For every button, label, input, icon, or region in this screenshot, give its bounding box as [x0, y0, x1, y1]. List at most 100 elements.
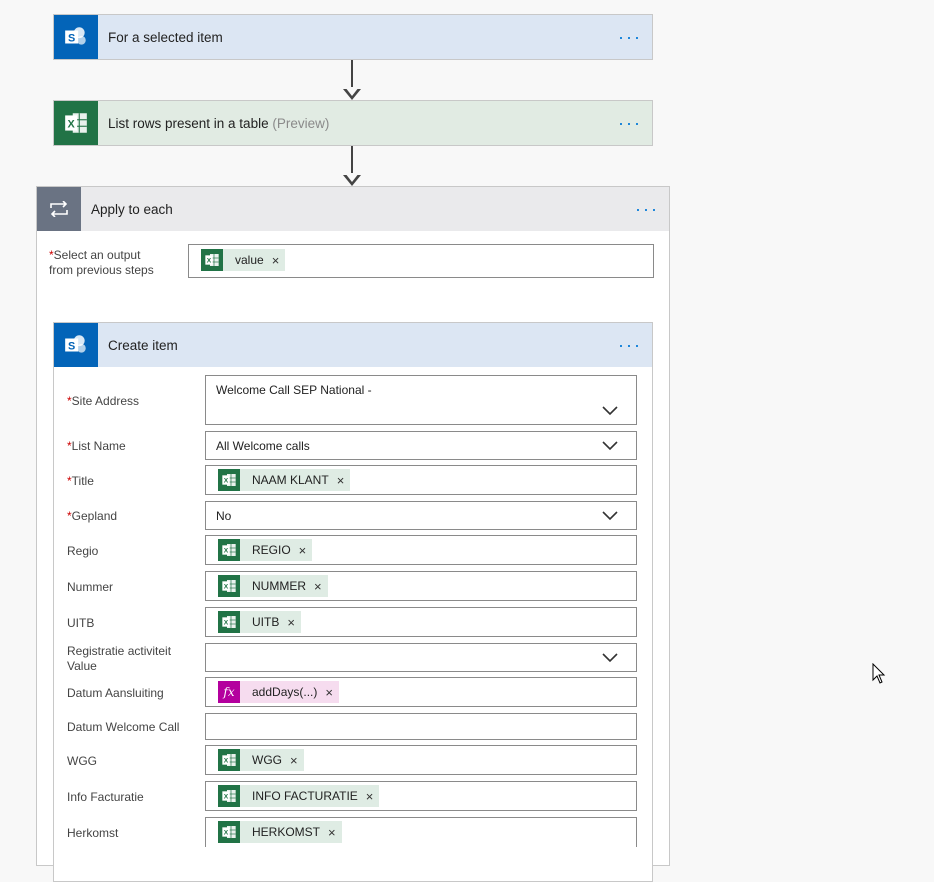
registratie-label-line2: Value — [67, 659, 97, 673]
select-output-label-line2: from previous steps — [49, 263, 154, 277]
select-output-label-line1: Select an output — [53, 248, 141, 262]
gepland-value: No — [216, 509, 232, 523]
registratie-dropdown[interactable] — [205, 643, 637, 672]
connector-arrowhead — [343, 173, 361, 186]
select-output-label: *Select an output from previous steps — [49, 248, 154, 278]
nummer-field[interactable]: NUMMER × — [205, 571, 637, 601]
sharepoint-icon — [54, 323, 98, 367]
title-field[interactable]: NAAM KLANT × — [205, 465, 637, 495]
wgg-token[interactable]: WGG × — [218, 749, 304, 771]
mouse-cursor-icon — [872, 663, 886, 684]
value-token[interactable]: value × — [201, 249, 286, 271]
uitb-field[interactable]: UITB × — [205, 607, 637, 637]
datum-welcome-call-label: Datum Welcome Call — [67, 720, 180, 734]
excel-icon — [218, 749, 240, 771]
site-address-label: *Site Address — [67, 394, 139, 409]
info-facturatie-field[interactable]: INFO FACTURATIE × — [205, 781, 637, 811]
uitb-token[interactable]: UITB × — [218, 611, 301, 633]
wgg-label: WGG — [67, 754, 97, 768]
naam-klant-token-label: NAAM KLANT — [252, 473, 329, 487]
excel-icon — [218, 539, 240, 561]
excel-icon — [218, 611, 240, 633]
sharepoint-icon — [54, 15, 98, 59]
chevron-down-icon[interactable] — [602, 406, 618, 416]
herkomst-token-label: HERKOMST — [252, 825, 321, 839]
uitb-label: UITB — [67, 616, 95, 630]
nummer-token-label: NUMMER — [252, 579, 306, 593]
connector-arrow — [351, 60, 353, 90]
remove-token-button[interactable]: × — [325, 685, 333, 700]
remove-token-button[interactable]: × — [287, 615, 295, 630]
remove-token-button[interactable]: × — [314, 579, 322, 594]
preview-tag: (Preview) — [272, 115, 330, 131]
regio-token[interactable]: REGIO × — [218, 539, 313, 561]
herkomst-label: Herkomst — [67, 826, 119, 840]
remove-token-button[interactable]: × — [299, 543, 307, 558]
fx-icon: fx — [218, 681, 240, 703]
gepland-label: *Gepland — [67, 509, 117, 524]
site-address-dropdown[interactable]: Welcome Call SEP National - — [205, 375, 637, 425]
info-facturatie-token[interactable]: INFO FACTURATIE × — [218, 785, 380, 807]
remove-token-button[interactable]: × — [366, 789, 374, 804]
nummer-label: Nummer — [67, 580, 114, 594]
remove-token-button[interactable]: × — [272, 253, 280, 268]
title-label: *Title — [67, 474, 94, 489]
wgg-field[interactable]: WGG × — [205, 745, 637, 775]
chevron-down-icon[interactable] — [602, 511, 618, 521]
site-address-value: Welcome Call SEP National - — [216, 383, 372, 397]
title-label-text: Title — [71, 474, 94, 488]
create-item-title: Create item — [108, 337, 178, 353]
datum-welcome-call-input[interactable] — [205, 713, 637, 740]
info-facturatie-label: Info Facturatie — [67, 790, 144, 804]
loop-icon — [37, 187, 81, 231]
trigger-step-title: For a selected item — [108, 29, 223, 45]
excel-icon — [218, 575, 240, 597]
excel-icon — [218, 469, 240, 491]
remove-token-button[interactable]: × — [328, 825, 336, 840]
list-rows-step-card[interactable]: List rows present in a table (Preview) ·… — [53, 100, 653, 146]
herkomst-field[interactable]: HERKOMST × — [205, 817, 637, 847]
uitb-token-label: UITB — [252, 615, 280, 629]
info-facturatie-token-label: INFO FACTURATIE — [252, 789, 358, 803]
nummer-token[interactable]: NUMMER × — [218, 575, 328, 597]
herkomst-token[interactable]: HERKOMST × — [218, 821, 342, 843]
list-rows-more-menu-button[interactable]: ··· — [618, 114, 642, 132]
naam-klant-token[interactable]: NAAM KLANT × — [218, 469, 351, 491]
datum-aansluiting-label: Datum Aansluiting — [67, 686, 164, 700]
list-name-label: *List Name — [67, 439, 126, 454]
remove-token-button[interactable]: × — [337, 473, 345, 488]
list-name-label-text: List Name — [71, 439, 126, 453]
connector-arrow — [351, 146, 353, 176]
list-name-dropdown[interactable]: All Welcome calls — [205, 431, 637, 460]
adddays-token-label: addDays(...) — [252, 685, 318, 699]
gepland-label-text: Gepland — [71, 509, 118, 523]
list-name-value: All Welcome calls — [216, 439, 310, 453]
registratie-label-line1: Registratie activiteit — [67, 644, 172, 658]
regio-field[interactable]: REGIO × — [205, 535, 637, 565]
excel-icon — [218, 821, 240, 843]
excel-icon — [218, 785, 240, 807]
registratie-label: Registratie activiteit Value — [67, 644, 171, 674]
wgg-token-label: WGG — [252, 753, 282, 767]
chevron-down-icon[interactable] — [602, 441, 618, 451]
adddays-expression-token[interactable]: fx addDays(...) × — [218, 681, 339, 703]
gepland-dropdown[interactable]: No — [205, 501, 637, 530]
connector-arrowhead — [343, 87, 361, 100]
value-token-label: value — [235, 253, 264, 267]
site-address-label-text: Site Address — [71, 394, 140, 408]
chevron-down-icon[interactable] — [602, 653, 618, 663]
apply-to-each-title: Apply to each — [91, 201, 173, 217]
list-rows-title-text: List rows present in a table — [108, 115, 269, 131]
regio-label: Regio — [67, 544, 99, 558]
remove-token-button[interactable]: × — [290, 753, 298, 768]
trigger-step-card[interactable]: For a selected item ··· — [53, 14, 653, 60]
excel-icon — [54, 101, 98, 145]
datum-aansluiting-field[interactable]: fx addDays(...) × — [205, 677, 637, 707]
select-output-field[interactable]: value × — [188, 244, 654, 278]
apply-to-each-more-menu-button[interactable]: ··· — [635, 200, 659, 218]
trigger-more-menu-button[interactable]: ··· — [618, 28, 642, 46]
excel-icon — [201, 249, 223, 271]
list-rows-step-title: List rows present in a table (Preview) — [108, 116, 329, 131]
regio-token-label: REGIO — [252, 543, 291, 557]
create-item-more-menu-button[interactable]: ··· — [618, 336, 642, 354]
